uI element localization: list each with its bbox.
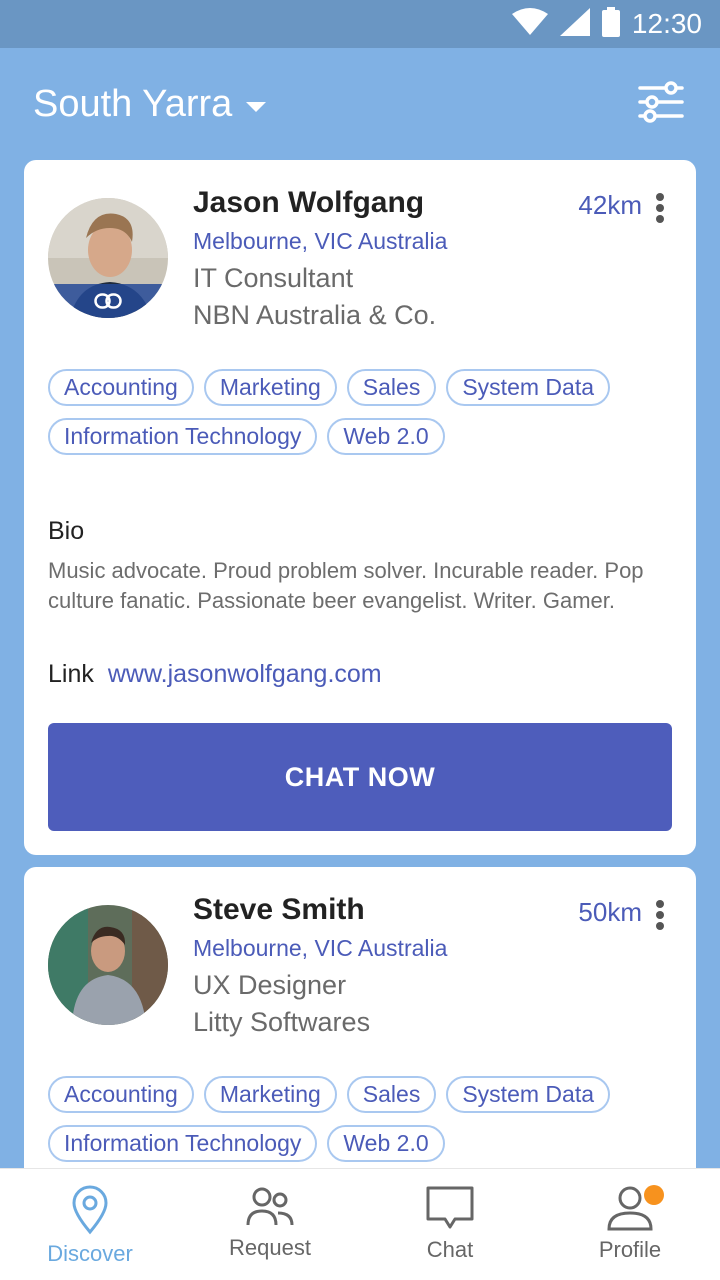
- tag-chip[interactable]: Information Technology: [48, 418, 318, 455]
- tag-list: Accounting Marketing Sales System Data I…: [48, 369, 672, 455]
- link-icon: [94, 293, 122, 309]
- tag-chip[interactable]: Accounting: [48, 1076, 194, 1113]
- tag-list: Accounting Marketing Sales System Data I…: [48, 1076, 672, 1162]
- profile-location: Melbourne, VIC Australia: [193, 935, 448, 961]
- chat-now-button[interactable]: CHAT NOW: [48, 723, 672, 831]
- tag-chip[interactable]: Information Technology: [48, 1125, 318, 1162]
- clock-time: 12:30: [631, 8, 702, 39]
- tag-chip[interactable]: Web 2.0: [327, 418, 445, 455]
- tag-chip[interactable]: Sales: [346, 369, 437, 406]
- location-pin-icon: [72, 1185, 108, 1235]
- tag-chip[interactable]: Sales: [346, 1076, 437, 1113]
- distance-label: 42km: [578, 190, 642, 220]
- tag-chip[interactable]: System Data: [446, 369, 610, 406]
- profile-card: Jason Wolfgang Melbourne, VIC Australia …: [24, 160, 696, 855]
- chat-bubble-icon: [426, 1186, 474, 1229]
- wifi-icon: [511, 7, 548, 41]
- profile-location: Melbourne, VIC Australia: [193, 228, 448, 254]
- tag-chip[interactable]: Web 2.0: [327, 1125, 445, 1162]
- link-row: Link www.jasonwolfgang.com: [48, 660, 672, 689]
- signal-icon: [559, 7, 590, 41]
- status-bar: 12:30: [0, 0, 720, 48]
- profile-role: IT Consultant: [193, 263, 354, 293]
- profile-feed: Jason Wolfgang Melbourne, VIC Australia …: [24, 160, 696, 1198]
- profile-role: UX Designer: [193, 970, 347, 1000]
- nav-profile[interactable]: Profile: [540, 1169, 720, 1280]
- users-icon: [246, 1187, 294, 1226]
- filter-button[interactable]: [638, 80, 684, 128]
- notification-badge: [644, 1185, 664, 1205]
- nav-chat[interactable]: Chat: [360, 1169, 540, 1280]
- avatar[interactable]: [48, 198, 168, 318]
- nav-label: Chat: [426, 1237, 474, 1262]
- distance-label: 50km: [578, 897, 642, 927]
- tag-chip[interactable]: System Data: [446, 1076, 610, 1113]
- tag-chip[interactable]: Accounting: [48, 369, 194, 406]
- avatar[interactable]: [48, 905, 168, 1025]
- nav-label: Profile: [598, 1237, 662, 1262]
- bottom-nav: Discover Request Chat Profile: [0, 1168, 720, 1280]
- nav-discover[interactable]: Discover: [0, 1169, 180, 1280]
- nav-label: Discover: [47, 1241, 133, 1266]
- nav-request[interactable]: Request: [180, 1169, 360, 1280]
- nav-label: Request: [229, 1235, 311, 1260]
- bio-heading: Bio: [48, 517, 85, 545]
- battery-icon: [601, 6, 620, 42]
- location-label: South Yarra: [33, 82, 233, 125]
- link-label: Link: [48, 660, 94, 688]
- app-header: South Yarra: [0, 48, 720, 160]
- website-link[interactable]: www.jasonwolfgang.com: [108, 660, 382, 689]
- sliders-icon: [638, 80, 684, 123]
- tag-chip[interactable]: Marketing: [203, 1076, 337, 1113]
- location-selector[interactable]: South Yarra: [33, 82, 267, 126]
- profile-card: Steve Smith Melbourne, VIC Australia UX …: [24, 867, 696, 1186]
- profile-company: NBN Australia & Co.: [193, 300, 437, 330]
- link-badge: [48, 284, 168, 318]
- more-options-icon[interactable]: [648, 897, 672, 933]
- tag-chip[interactable]: Marketing: [203, 369, 337, 406]
- bio-text: Music advocate. Proud problem solver. In…: [48, 558, 644, 613]
- chevron-down-icon: [246, 102, 267, 112]
- more-options-icon[interactable]: [648, 190, 672, 226]
- profile-company: Litty Softwares: [193, 1007, 371, 1037]
